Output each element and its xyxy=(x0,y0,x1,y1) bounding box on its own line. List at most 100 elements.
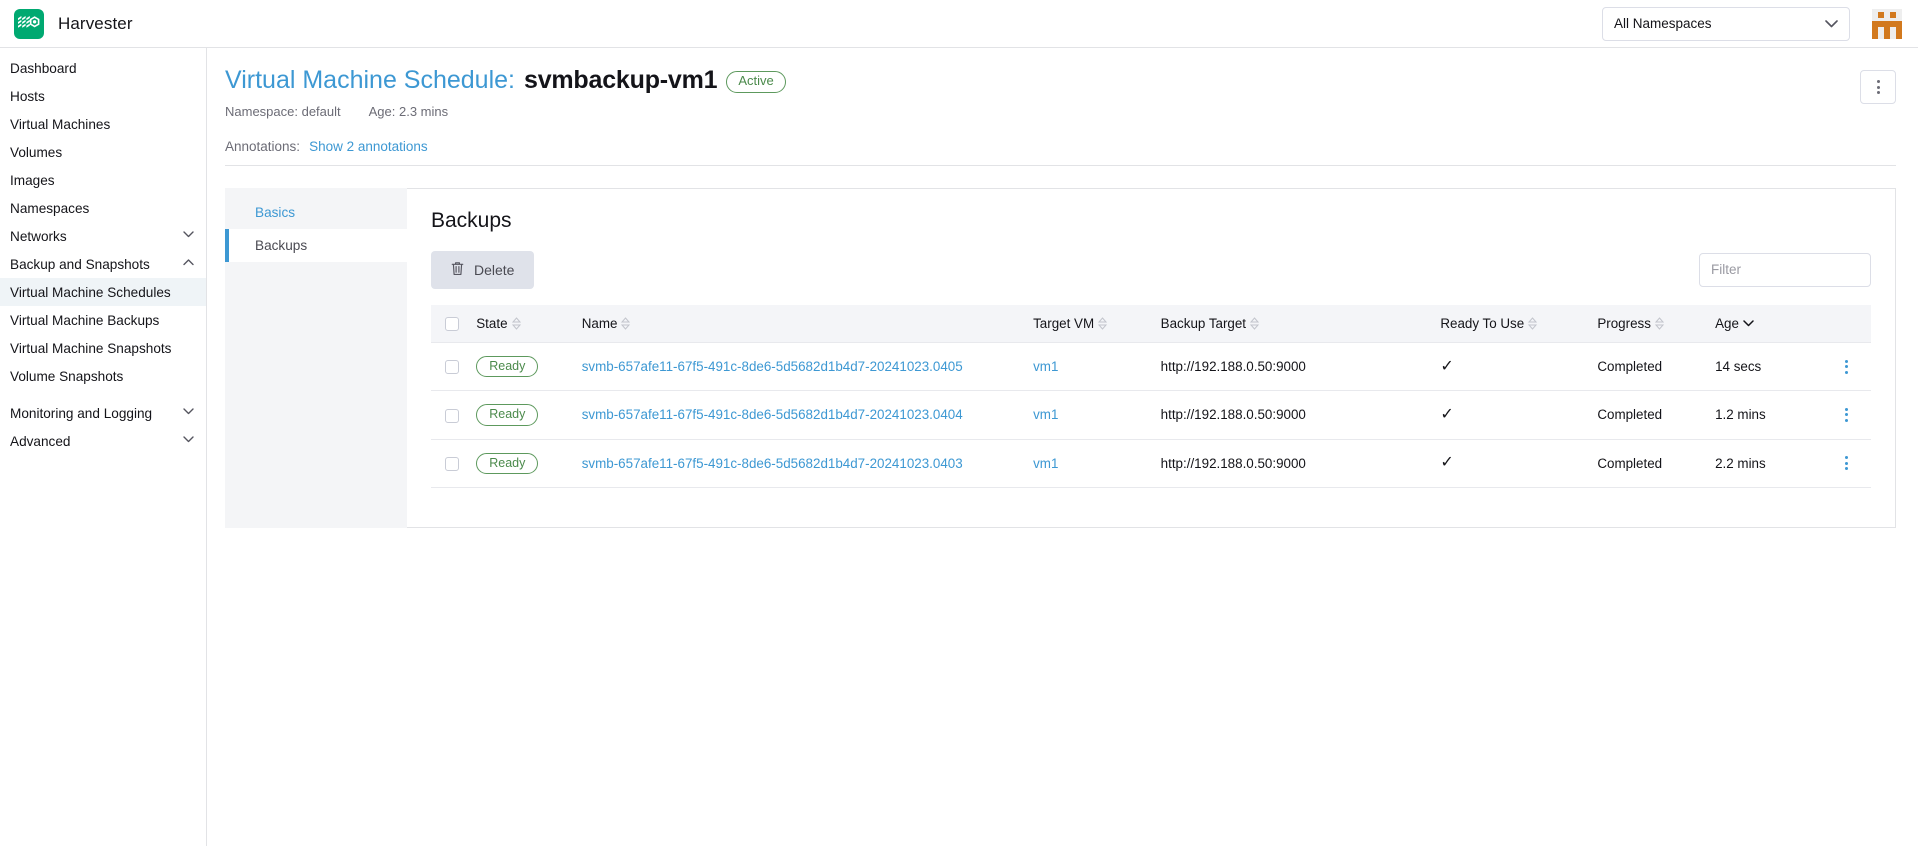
annotations-label: Annotations: xyxy=(225,139,300,154)
column-header-target-vm[interactable]: Target VM xyxy=(1027,305,1155,343)
column-label: Ready To Use xyxy=(1440,316,1524,331)
metadata-row: Namespace: default Age: 2.3 mins xyxy=(225,104,1860,119)
sidebar-group-monitoring-and-logging[interactable]: Monitoring and Logging xyxy=(0,399,206,427)
page-actions-button[interactable] xyxy=(1860,70,1896,104)
row-age-cell: 2.2 mins xyxy=(1709,439,1822,487)
target-vm-link[interactable]: vm1 xyxy=(1033,456,1058,471)
sidebar-item-label: Backup and Snapshots xyxy=(10,257,150,272)
row-name-cell: svmb-657afe11-67f5-491c-8de6-5d5682d1b4d… xyxy=(576,343,1027,391)
page-title-name: svmbackup-vm1 xyxy=(524,66,717,96)
column-label: Age xyxy=(1715,316,1739,331)
filter-input[interactable] xyxy=(1699,253,1871,287)
namespace-select-value: All Namespaces xyxy=(1614,16,1712,31)
sidebar-item-label: Monitoring and Logging xyxy=(10,406,152,421)
page-title-prefix[interactable]: Virtual Machine Schedule: xyxy=(225,66,515,96)
backup-name-link[interactable]: svmb-657afe11-67f5-491c-8de6-5d5682d1b4d… xyxy=(582,456,963,471)
namespace-select[interactable]: All Namespaces xyxy=(1602,7,1850,41)
row-kebab-menu-icon[interactable] xyxy=(1828,360,1865,374)
backup-name-link[interactable]: svmb-657afe11-67f5-491c-8de6-5d5682d1b4d… xyxy=(582,407,963,422)
delete-button[interactable]: Delete xyxy=(431,251,534,289)
sidebar-item-dashboard[interactable]: Dashboard xyxy=(0,54,206,82)
status-badge: Active xyxy=(726,71,785,93)
column-header-backup-target[interactable]: Backup Target xyxy=(1155,305,1435,343)
column-header-state[interactable]: State xyxy=(470,305,575,343)
sidebar-item-namespaces[interactable]: Namespaces xyxy=(0,194,206,222)
target-vm-link[interactable]: vm1 xyxy=(1033,407,1058,422)
row-name-cell: svmb-657afe11-67f5-491c-8de6-5d5682d1b4d… xyxy=(576,391,1027,439)
row-progress-cell: Completed xyxy=(1591,439,1709,487)
tab-backups[interactable]: Backups xyxy=(225,229,407,262)
sort-icon-active xyxy=(1743,319,1754,327)
sidebar-group-advanced[interactable]: Advanced xyxy=(0,427,206,455)
header-right: All Namespaces xyxy=(1602,7,1918,41)
sidebar-item-virtual-machine-snapshots[interactable]: Virtual Machine Snapshots xyxy=(0,334,206,362)
sidebar-item-label: Networks xyxy=(10,229,67,244)
panel-heading: Backups xyxy=(431,209,1871,233)
target-vm-link[interactable]: vm1 xyxy=(1033,359,1058,374)
sidebar-item-virtual-machine-schedules[interactable]: Virtual Machine Schedules xyxy=(0,278,206,306)
sidebar-item-volumes[interactable]: Volumes xyxy=(0,138,206,166)
page-title: Virtual Machine Schedule: svmbackup-vm1 … xyxy=(225,66,1860,96)
column-header-name[interactable]: Name xyxy=(576,305,1027,343)
sidebar-item-virtual-machine-backups[interactable]: Virtual Machine Backups xyxy=(0,306,206,334)
row-checkbox[interactable] xyxy=(445,360,459,374)
sidebar-item-virtual-machines[interactable]: Virtual Machines xyxy=(0,110,206,138)
brand[interactable]: Harvester xyxy=(0,9,133,39)
row-ready-to-use-cell: ✓ xyxy=(1434,343,1591,391)
check-icon: ✓ xyxy=(1440,454,1453,471)
state-badge: Ready xyxy=(476,453,538,474)
sidebar-item-label: Dashboard xyxy=(10,61,77,76)
sort-icon xyxy=(512,317,521,330)
row-checkbox[interactable] xyxy=(445,409,459,423)
backup-name-link[interactable]: svmb-657afe11-67f5-491c-8de6-5d5682d1b4d… xyxy=(582,359,963,374)
tab-label: Backups xyxy=(255,238,307,253)
sidebar-group-networks[interactable]: Networks xyxy=(0,222,206,250)
sidebar-item-images[interactable]: Images xyxy=(0,166,206,194)
select-all-checkbox[interactable] xyxy=(445,317,459,331)
avatar[interactable] xyxy=(1872,9,1902,39)
top-header: Harvester All Namespaces xyxy=(0,0,1918,48)
table-row: Ready svmb-657afe11-67f5-491c-8de6-5d568… xyxy=(431,439,1871,487)
row-name-cell: svmb-657afe11-67f5-491c-8de6-5d5682d1b4d… xyxy=(576,439,1027,487)
column-header-progress[interactable]: Progress xyxy=(1591,305,1709,343)
trash-icon xyxy=(451,261,464,279)
sidebar-item-label: Virtual Machines xyxy=(10,117,110,132)
column-header-age[interactable]: Age xyxy=(1709,305,1822,343)
column-header-ready-to-use[interactable]: Ready To Use xyxy=(1434,305,1591,343)
sidebar-item-label: Advanced xyxy=(10,434,70,449)
namespace-text: Namespace: default xyxy=(225,104,341,119)
chevron-down-icon xyxy=(183,230,194,241)
tab-list: Basics Backups xyxy=(225,188,407,528)
annotations-row: Annotations: Show 2 annotations xyxy=(225,139,1896,166)
sidebar-item-label: Volumes xyxy=(10,145,62,160)
row-age-cell: 14 secs xyxy=(1709,343,1822,391)
row-progress-cell: Completed xyxy=(1591,391,1709,439)
column-header-actions xyxy=(1822,305,1871,343)
title-row: Virtual Machine Schedule: svmbackup-vm1 … xyxy=(225,48,1896,119)
row-kebab-menu-icon[interactable] xyxy=(1828,456,1865,470)
row-kebab-menu-icon[interactable] xyxy=(1828,408,1865,422)
show-annotations-link[interactable]: Show 2 annotations xyxy=(309,139,428,154)
table-header-row: State Name xyxy=(431,305,1871,343)
sidebar-item-label: Virtual Machine Snapshots xyxy=(10,341,171,356)
sidebar-item-hosts[interactable]: Hosts xyxy=(0,82,206,110)
row-checkbox[interactable] xyxy=(445,457,459,471)
sort-icon xyxy=(621,317,630,330)
row-actions-cell xyxy=(1822,343,1871,391)
age-text: Age: 2.3 mins xyxy=(369,104,449,119)
column-label: State xyxy=(476,316,507,331)
tab-basics[interactable]: Basics xyxy=(225,196,407,229)
row-ready-to-use-cell: ✓ xyxy=(1434,439,1591,487)
sidebar-spacer xyxy=(0,390,206,399)
sidebar-item-label: Hosts xyxy=(10,89,45,104)
tab-label: Basics xyxy=(255,205,295,220)
sort-icon xyxy=(1655,317,1664,330)
table-toolbar: Delete xyxy=(431,251,1871,289)
table-body: Ready svmb-657afe11-67f5-491c-8de6-5d568… xyxy=(431,343,1871,488)
title-block: Virtual Machine Schedule: svmbackup-vm1 … xyxy=(225,66,1860,119)
sidebar-item-volume-snapshots[interactable]: Volume Snapshots xyxy=(0,362,206,390)
sidebar-group-backup-and-snapshots[interactable]: Backup and Snapshots xyxy=(0,250,206,278)
row-backup-target-cell: http://192.188.0.50:9000 xyxy=(1155,391,1435,439)
chevron-down-icon xyxy=(1825,18,1838,30)
row-target-vm-cell: vm1 xyxy=(1027,391,1155,439)
